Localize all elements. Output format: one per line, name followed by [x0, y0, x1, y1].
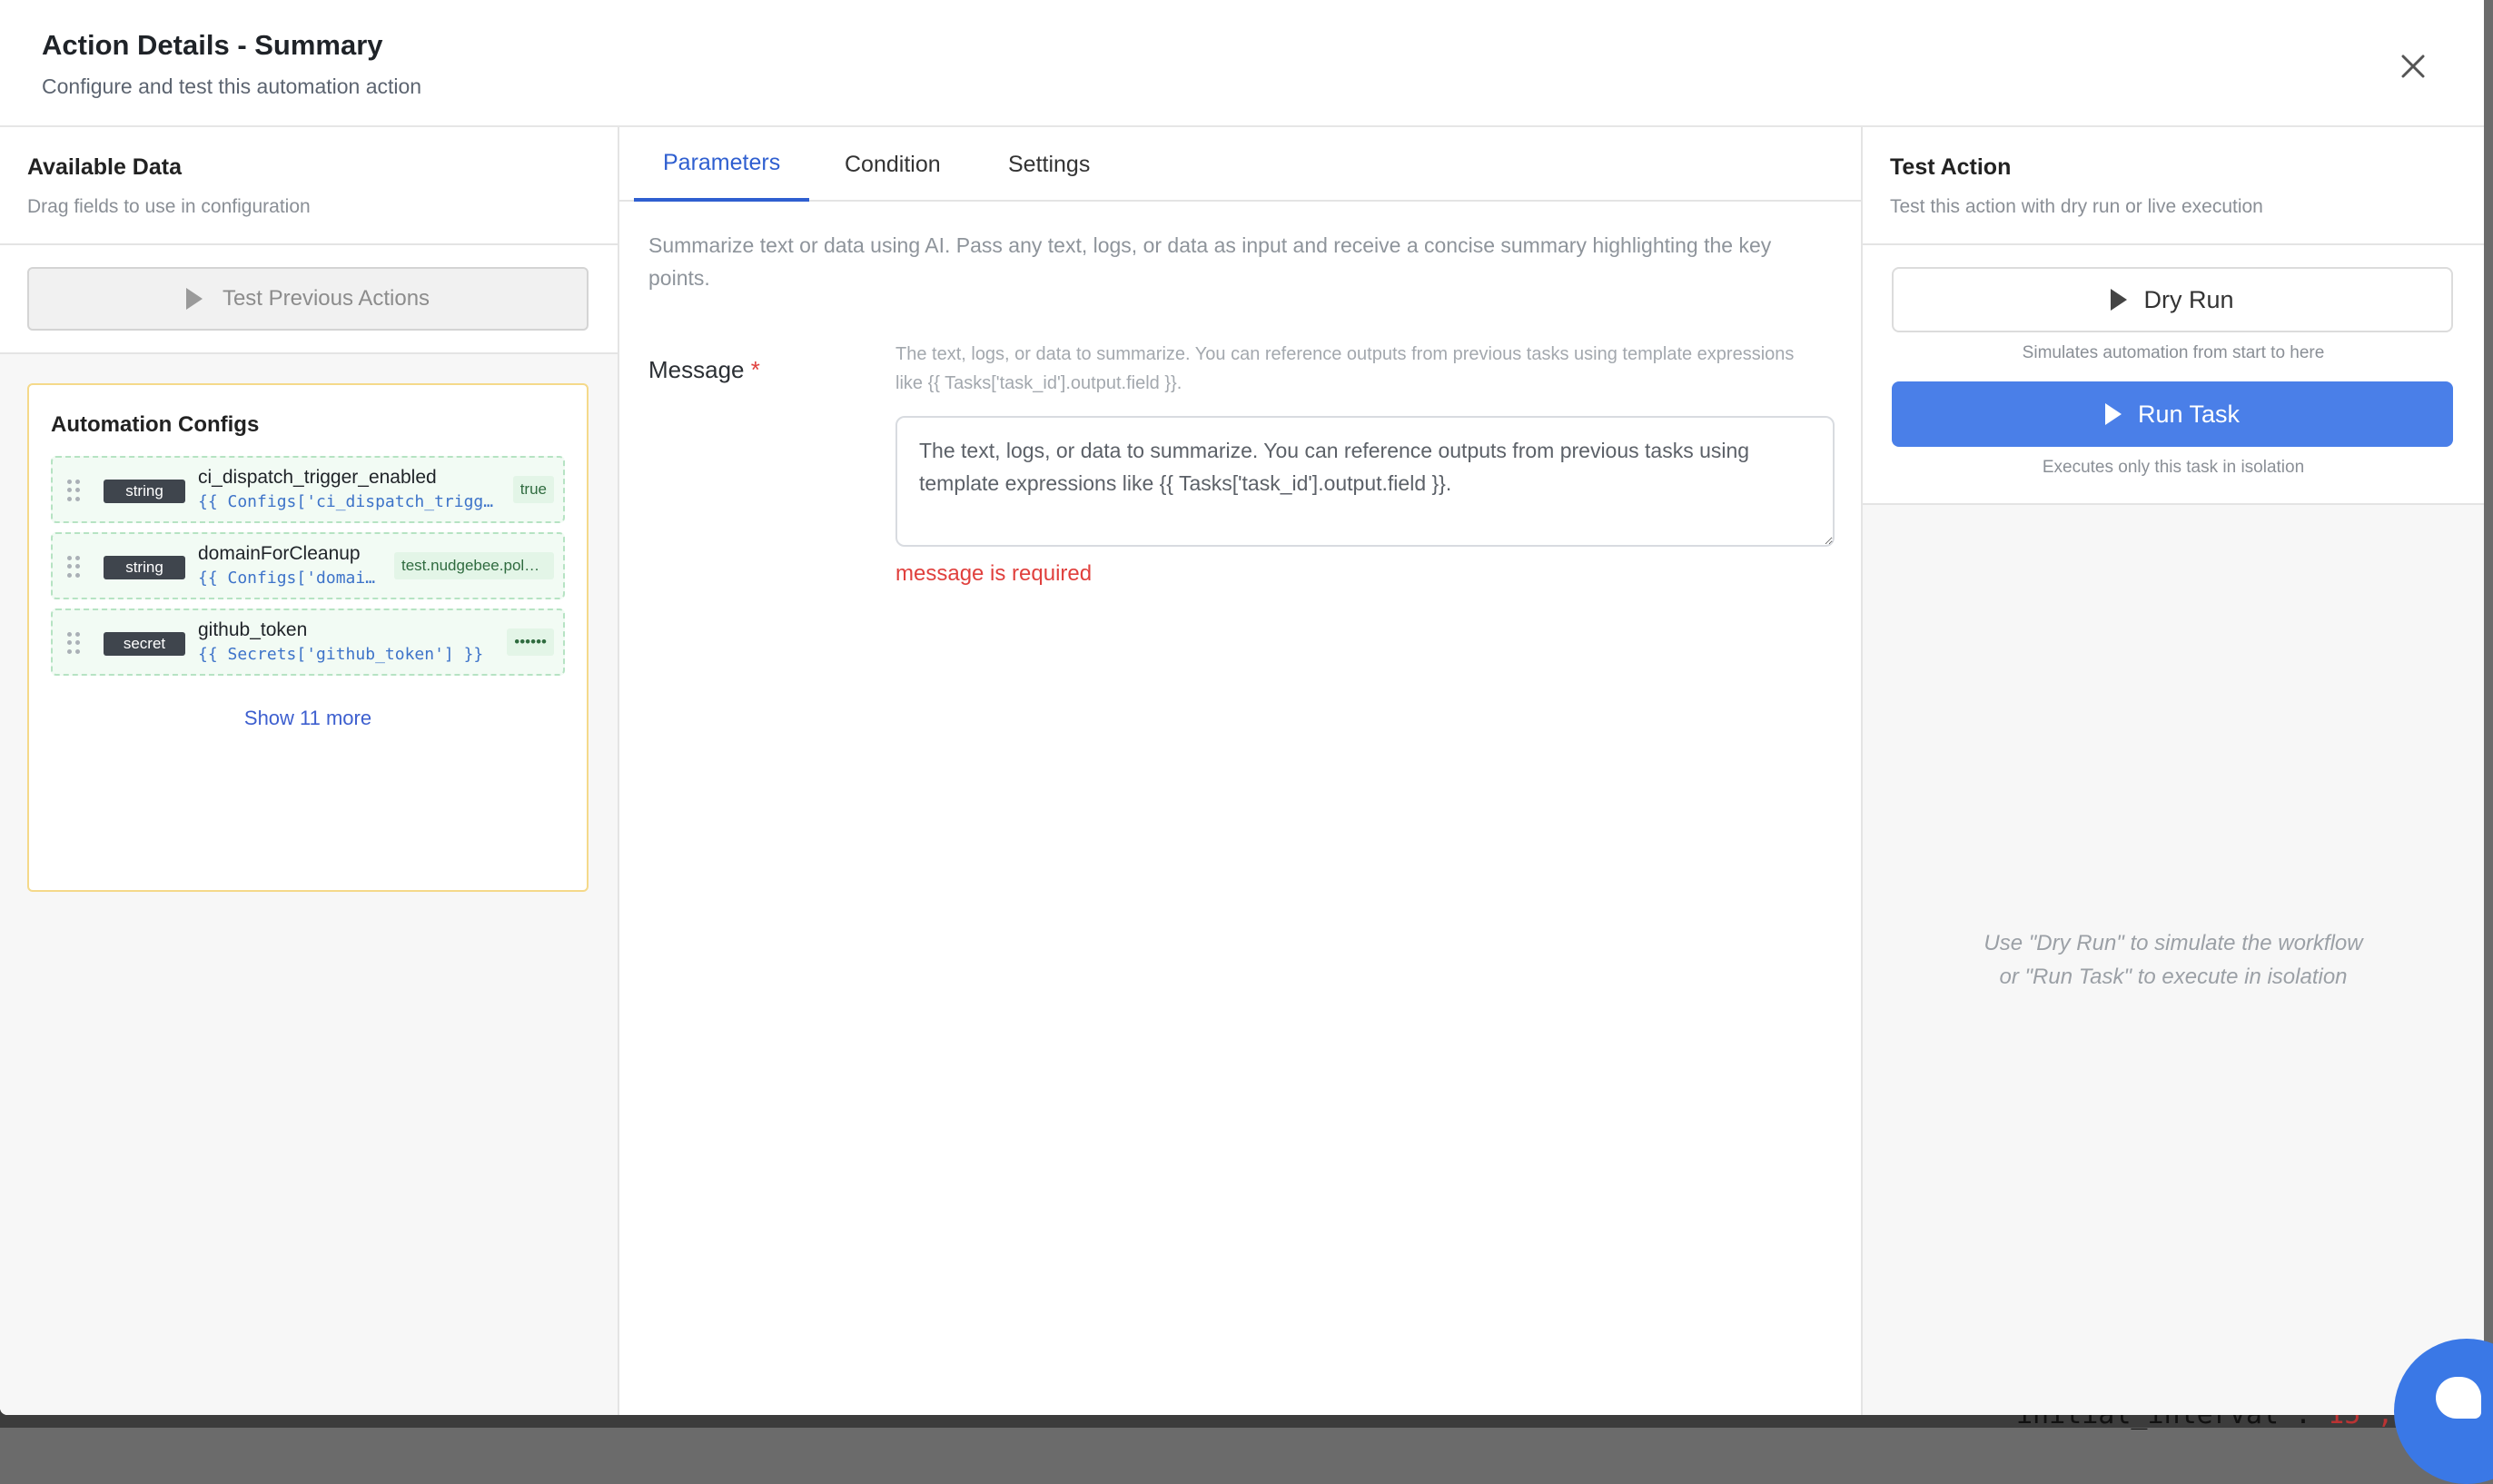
config-type-badge: secret [104, 632, 185, 656]
action-details-modal: Action Details - Summary Configure and t… [0, 0, 2484, 1415]
message-help-text: The text, logs, or data to summarize. Yo… [895, 344, 1795, 393]
config-name: github_token [198, 619, 308, 640]
config-item[interactable]: string ci_dispatch_trigger_enabled {{ Co… [51, 456, 565, 523]
message-label: Message * [648, 356, 760, 384]
run-task-label: Run Task [2137, 400, 2241, 428]
modal-title: Action Details - Summary [42, 29, 383, 61]
drag-handle-icon[interactable] [67, 632, 80, 654]
config-type-badge: string [104, 556, 185, 579]
config-expression: {{ Secrets['github_token'] }} [198, 645, 484, 664]
tab-parameters[interactable]: Parameters [634, 127, 810, 202]
message-error: message is required [895, 561, 1093, 586]
show-more-link[interactable]: Show 11 more [29, 707, 587, 730]
test-empty-state: Use "Dry Run" to simulate the workflow o… [1863, 926, 2484, 994]
automation-configs-card: Automation Configs string ci_dispatch_tr… [27, 383, 589, 892]
chat-icon [2436, 1377, 2481, 1419]
automation-configs-title: Automation Configs [51, 412, 260, 437]
parameters-panel: Parameters Condition Settings Summarize … [619, 127, 1863, 1415]
test-action-title: Test Action [1890, 154, 2012, 180]
test-action-header: Test Action Test this action with dry ru… [1863, 127, 2484, 245]
available-data-title: Available Data [27, 154, 182, 180]
config-value: •••••• [507, 628, 554, 656]
test-previous-actions-button[interactable]: Test Previous Actions [27, 267, 589, 331]
empty-state-line-1: Use "Dry Run" to simulate the workflow [1984, 931, 2363, 955]
tab-condition[interactable]: Condition [816, 127, 970, 202]
message-label-text: Message [648, 356, 745, 383]
close-icon[interactable] [2392, 45, 2434, 87]
drag-handle-icon[interactable] [67, 480, 80, 501]
available-data-header: Available Data Drag fields to use in con… [0, 127, 618, 245]
config-value: test.nudgebee.pol… [394, 552, 554, 579]
tab-bar: Parameters Condition Settings [619, 127, 1861, 202]
dry-run-hint: Simulates automation from start to here [2022, 343, 2325, 362]
required-marker: * [750, 356, 760, 383]
run-task-hint: Executes only this task in isolation [2042, 458, 2305, 477]
drag-handle-icon[interactable] [67, 556, 80, 578]
run-task-button[interactable]: Run Task [1892, 381, 2453, 447]
config-expression: {{ Configs['domai… [198, 569, 376, 588]
config-name: ci_dispatch_trigger_enabled [198, 467, 437, 488]
config-item[interactable]: string domainForCleanup {{ Configs['doma… [51, 532, 565, 599]
config-item[interactable]: secret github_token {{ Secrets['github_t… [51, 608, 565, 676]
test-previous-label: Test Previous Actions [222, 286, 430, 311]
modal-header: Action Details - Summary Configure and t… [0, 0, 2484, 127]
tab-settings[interactable]: Settings [979, 127, 1119, 202]
config-expression: {{ Configs['ci_dispatch_trigg… [198, 492, 494, 511]
test-action-subtitle: Test this action with dry run or live ex… [1890, 196, 2263, 217]
action-description: Summarize text or data using AI. Pass an… [648, 233, 1772, 290]
dry-run-button[interactable]: Dry Run [1892, 267, 2453, 332]
modal-subtitle: Configure and test this automation actio… [42, 74, 422, 98]
play-icon [2104, 403, 2122, 425]
play-icon [185, 288, 203, 310]
test-previous-wrap: Test Previous Actions [0, 245, 618, 354]
test-action-panel: Test Action Test this action with dry ru… [1863, 127, 2484, 1415]
config-value: true [512, 476, 554, 503]
config-type-badge: string [104, 480, 185, 503]
available-data-panel: Available Data Drag fields to use in con… [0, 127, 619, 1415]
dry-run-label: Dry Run [2143, 285, 2234, 313]
message-textarea[interactable]: The text, logs, or data to summarize. Yo… [895, 416, 1835, 547]
empty-state-line-2: or "Run Task" to execute in isolation [1999, 965, 2348, 989]
play-icon [2111, 289, 2128, 311]
config-name: domainForCleanup [198, 543, 361, 564]
available-data-subtitle: Drag fields to use in configuration [27, 196, 311, 217]
